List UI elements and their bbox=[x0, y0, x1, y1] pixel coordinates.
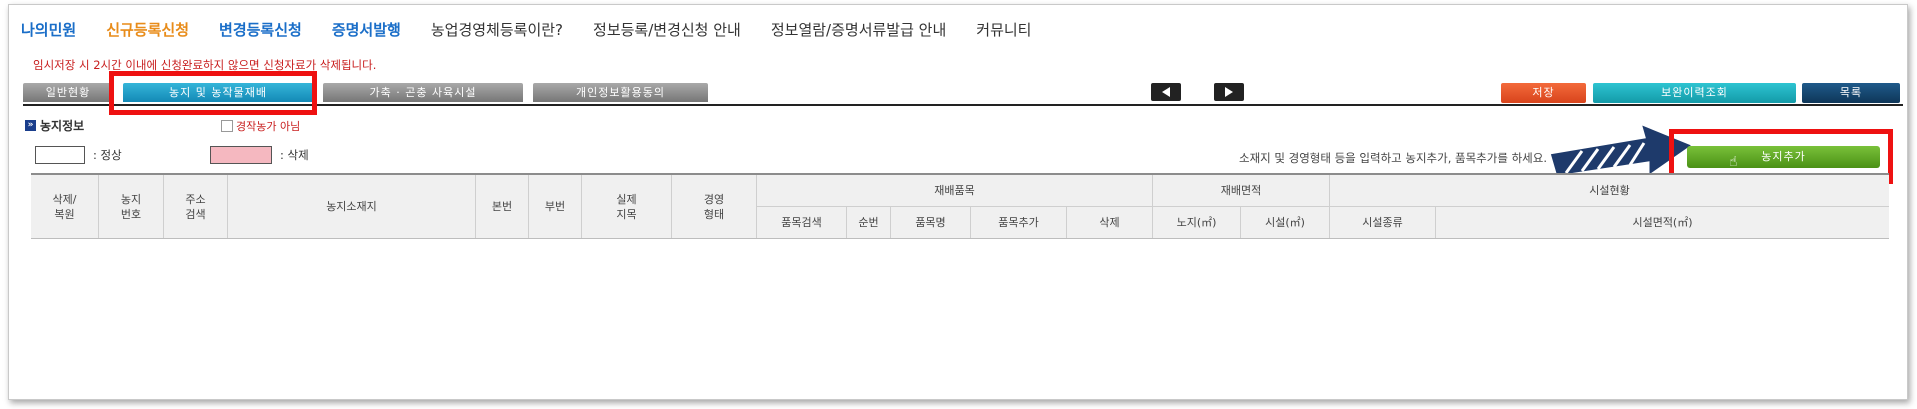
prev-tab-button[interactable] bbox=[1151, 83, 1181, 101]
section-header: » 농지정보 bbox=[25, 117, 84, 134]
farmland-table: 삭제/ 복원 농지 번호 주소 검색 농지소재지 본번 부번 실제 지목 경영 … bbox=[31, 173, 1889, 399]
next-tab-button[interactable] bbox=[1214, 83, 1244, 101]
col-management-type: 경영 형태 bbox=[672, 175, 757, 238]
not-farmer-checkbox-row[interactable]: 경작농가 아님 bbox=[221, 118, 300, 134]
tab-privacy[interactable]: 개인정보활용동의 bbox=[533, 83, 708, 102]
triangle-left-icon bbox=[1162, 87, 1170, 97]
table-header: 삭제/ 복원 농지 번호 주소 검색 농지소재지 본번 부번 실제 지목 경영 … bbox=[31, 175, 1889, 239]
col-facility-type: 시설종류 bbox=[1330, 207, 1436, 238]
nav-community[interactable]: 커뮤니티 bbox=[976, 19, 1031, 45]
nav-register-guide[interactable]: 정보등록/변경신청 안내 bbox=[593, 19, 741, 45]
not-farmer-label: 경작농가 아님 bbox=[236, 120, 301, 133]
group-crops: 재배품목 bbox=[757, 175, 1153, 206]
window-frame: 나의민원 신규등록신청 변경등록신청 증명서발행 농업경영체등록이란? 정보등록… bbox=[8, 4, 1908, 400]
col-main-no: 본번 bbox=[476, 175, 529, 238]
save-button[interactable]: 저장 bbox=[1501, 83, 1586, 103]
chevron-right-icon: » bbox=[25, 120, 36, 131]
group-facility: 시설현황 bbox=[1589, 184, 1630, 197]
col-facility-area: 시설(㎡) bbox=[1241, 207, 1330, 238]
col-item-search: 품목검색 bbox=[757, 207, 847, 238]
nav-new-registration[interactable]: 신규등록신청 bbox=[106, 19, 189, 45]
hand-cursor-icon: ☝ bbox=[1729, 154, 1738, 170]
legend-normal-label: : 정상 bbox=[93, 148, 122, 162]
group-area: 재배면적 bbox=[1153, 175, 1330, 206]
section-title: 농지정보 bbox=[40, 119, 85, 133]
col-item-delete: 삭제 bbox=[1067, 207, 1153, 238]
nav-change-registration[interactable]: 변경등록신청 bbox=[219, 19, 302, 45]
nav-view-guide[interactable]: 정보열람/증명서류발급 안내 bbox=[771, 19, 946, 45]
col-facility-size: 시설면적(㎡) bbox=[1632, 216, 1693, 229]
legend-deleted-label: : 삭제 bbox=[280, 148, 309, 162]
tab-general[interactable]: 일반현황 bbox=[23, 83, 113, 102]
col-land-location: 농지소재지 bbox=[228, 175, 476, 238]
highlight-tab-box bbox=[109, 71, 317, 115]
col-seq: 순번 bbox=[847, 207, 891, 238]
nav-certificate[interactable]: 증명서발행 bbox=[332, 19, 401, 45]
col-item-name: 품목명 bbox=[891, 207, 971, 238]
instruction-text: 소재지 및 경영형태 등을 입력하고 농지추가, 품목추가를 하세요. bbox=[1239, 151, 1547, 165]
legend-normal-swatch bbox=[35, 146, 85, 164]
not-farmer-checkbox[interactable] bbox=[221, 120, 233, 132]
col-land-no: 농지 번호 bbox=[99, 175, 164, 238]
col-open-field: 노지(㎡) bbox=[1153, 207, 1241, 238]
col-sub-no: 부번 bbox=[529, 175, 582, 238]
tab-livestock[interactable]: 가축 · 곤충 사육시설 bbox=[323, 83, 523, 102]
nav-about[interactable]: 농업경영체등록이란? bbox=[431, 19, 563, 45]
legend-deleted-swatch bbox=[210, 146, 272, 164]
col-actual-category: 실제 지목 bbox=[582, 175, 672, 238]
triangle-right-icon bbox=[1225, 87, 1233, 97]
list-button[interactable]: 목록 bbox=[1802, 83, 1900, 103]
col-item-add: 품목추가 bbox=[971, 207, 1067, 238]
nav-my-civil[interactable]: 나의민원 bbox=[21, 19, 76, 45]
col-address-search: 주소 검색 bbox=[164, 175, 228, 238]
top-navigation: 나의민원 신규등록신청 변경등록신청 증명서발행 농업경영체등록이란? 정보등록… bbox=[21, 19, 1031, 45]
col-delete-restore: 삭제/ 복원 bbox=[31, 175, 99, 238]
history-button[interactable]: 보완이력조회 bbox=[1593, 83, 1796, 103]
